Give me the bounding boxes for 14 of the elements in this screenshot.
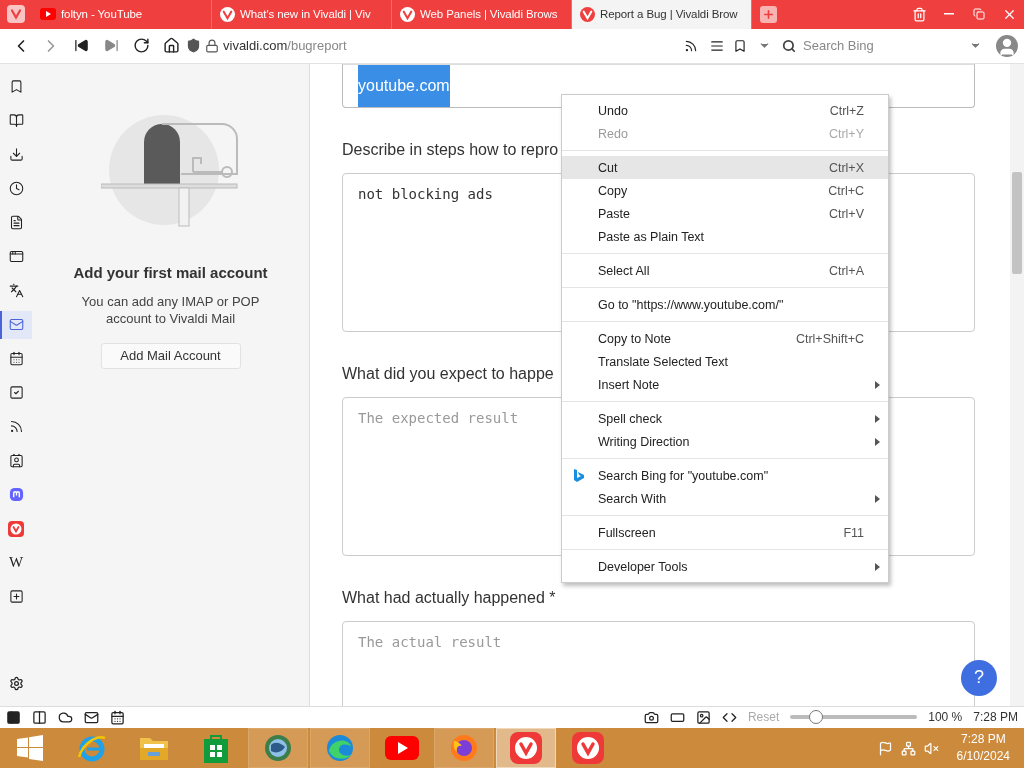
field-label: What had actually happened * — [342, 588, 557, 607]
placeholder-text: The expected result — [358, 409, 519, 426]
field-label: What did you expect to happe — [342, 364, 555, 383]
url-path: /bugreport — [287, 38, 347, 54]
placeholder-text: The actual result — [358, 633, 502, 650]
clock-text: 7:28 PM — [973, 710, 1018, 725]
selected-text: youtube.com — [358, 64, 450, 107]
panel-text: You can add any IMAP or POP account to Vivaldi Mail — [80, 292, 261, 327]
zoom-reading: 100 % — [928, 710, 963, 725]
field-label: Describe in steps how to repro — [342, 140, 560, 159]
text-area-value: not blocking ads — [358, 185, 493, 202]
wiki-label: W — [8, 554, 24, 571]
panel-heading: Add your first mail account — [73, 263, 268, 281]
url-host: vivaldi.com — [223, 38, 288, 54]
